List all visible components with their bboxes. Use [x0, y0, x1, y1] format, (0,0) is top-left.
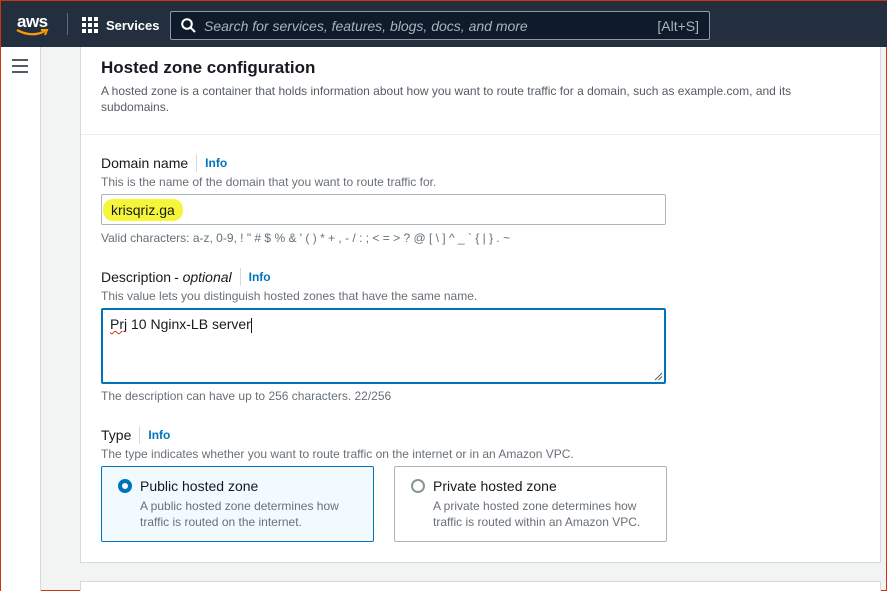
domain-name-constraint: Valid characters: a-z, 0-9, ! " # $ % & … — [101, 231, 511, 245]
description-label-row: Description - optional Info — [101, 268, 271, 286]
smile-icon — [16, 29, 49, 36]
services-label: Services — [106, 17, 160, 33]
domain-name-label: Domain name — [101, 155, 189, 171]
description-value: Prj 10 Nginx-LB server — [110, 316, 252, 333]
description-value-rest: 10 Nginx-LB server — [127, 316, 251, 332]
nav-divider — [67, 13, 68, 35]
private-hosted-zone-radio[interactable] — [411, 479, 425, 493]
type-label: Type — [101, 427, 132, 443]
top-navigation: aws Services [Alt+S] — [1, 1, 887, 47]
description-hint: This value lets you distinguish hosted z… — [101, 289, 478, 303]
aws-logo[interactable]: aws — [15, 10, 53, 38]
services-menu-button[interactable]: Services — [82, 14, 160, 36]
panel-description: A hosted zone is a container that holds … — [101, 84, 792, 114]
label-divider — [239, 268, 241, 286]
domain-name-input[interactable]: krisqriz.ga — [101, 194, 666, 225]
description-label: Description — [101, 269, 172, 285]
domain-name-label-row: Domain name Info — [101, 154, 227, 172]
domain-name-value: krisqriz.ga — [103, 199, 183, 221]
hamburger-menu-icon[interactable] — [12, 59, 28, 77]
side-navigation-rail — [1, 47, 41, 591]
label-divider — [196, 154, 198, 172]
public-hosted-zone-title: Public hosted zone — [140, 478, 259, 494]
panel-header: Hosted zone configuration A hosted zone … — [81, 47, 880, 135]
text-caret — [250, 317, 252, 333]
public-hosted-zone-tile[interactable]: Public hosted zone A public hosted zone … — [101, 466, 374, 542]
public-hosted-zone-radio[interactable] — [118, 479, 132, 493]
search-input[interactable] — [204, 17, 658, 34]
public-hosted-zone-description: A public hosted zone determines how traf… — [140, 499, 339, 529]
resize-handle-icon[interactable] — [654, 372, 663, 381]
hosted-zone-configuration-panel: Hosted zone configuration A hosted zone … — [80, 47, 881, 563]
services-grid-icon — [82, 17, 98, 33]
type-hint: The type indicates whether you want to r… — [101, 447, 574, 461]
panel-title: Hosted zone configuration — [101, 58, 316, 77]
search-bar[interactable]: [Alt+S] — [170, 11, 710, 40]
type-info-link[interactable]: Info — [148, 428, 170, 442]
search-icon — [181, 18, 196, 33]
private-hosted-zone-tile[interactable]: Private hosted zone A private hosted zon… — [394, 466, 667, 542]
next-panel-edge — [80, 581, 881, 591]
domain-name-info-link[interactable]: Info — [205, 156, 227, 170]
optional-tag: - optional — [174, 269, 232, 285]
search-shortcut-hint: [Alt+S] — [657, 17, 699, 34]
spellcheck-underlined-word: Prj — [110, 316, 128, 332]
description-info-link[interactable]: Info — [249, 270, 271, 284]
private-hosted-zone-description: A private hosted zone determines how tra… — [433, 499, 641, 529]
description-constraint: The description can have up to 256 chara… — [101, 389, 392, 403]
type-label-row: Type Info — [101, 426, 170, 444]
domain-name-hint: This is the name of the domain that you … — [101, 175, 437, 189]
description-textarea[interactable]: Prj 10 Nginx-LB server — [101, 308, 666, 384]
private-hosted-zone-title: Private hosted zone — [433, 478, 557, 494]
label-divider — [139, 426, 141, 444]
